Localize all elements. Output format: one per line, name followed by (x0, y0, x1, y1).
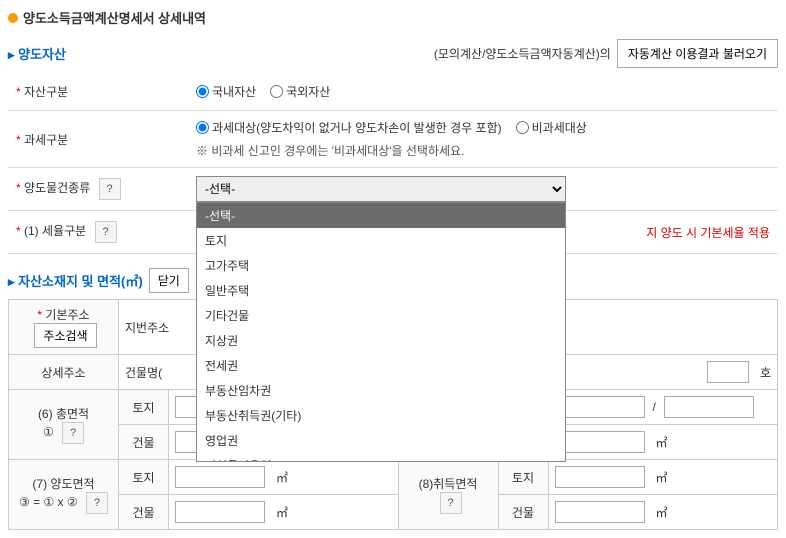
dropdown-option[interactable]: 전세권 (197, 353, 565, 378)
property-type-help-button[interactable]: ? (99, 178, 121, 200)
addr-detail-label: 상세주소 (41, 366, 85, 380)
acquire-area-help-button[interactable]: ? (440, 492, 462, 514)
tax-type-nontaxable[interactable]: 비과세대상 (516, 119, 587, 136)
building-label-4: 건물 (512, 506, 534, 520)
total-area-help-button[interactable]: ? (62, 422, 84, 444)
dropdown-option[interactable]: 일반주택 (197, 278, 565, 303)
asset-type-group: 국내자산 국외자산 (196, 83, 770, 100)
dropdown-option[interactable]: 고가주택 (197, 253, 565, 278)
ho-input[interactable] (707, 361, 749, 383)
ho-suffix: 호 (760, 364, 771, 381)
page-title-text: 양도소득금액계산명세서 상세내역 (23, 8, 206, 27)
area-section-title[interactable]: 자산소재지 및 면적(㎡) (8, 271, 143, 290)
address-search-button[interactable]: 주소검색 (34, 323, 96, 348)
land-label-4: 토지 (512, 471, 534, 485)
m2-6: ㎡ (656, 504, 668, 521)
rate-type-label: (1) 세율구분 (16, 224, 86, 238)
asset-sub-header: 양도자산 (모의계산/양도소득금액자동계산)의 자동계산 이용결과 불러오기 (8, 39, 778, 68)
right-land-den-input[interactable] (664, 396, 754, 418)
m2-2: ㎡ (656, 434, 668, 451)
transfer-land-input[interactable] (175, 466, 265, 488)
m2-4: ㎡ (656, 469, 668, 486)
tax-type-taxable-radio[interactable] (196, 121, 209, 134)
property-type-select-wrap: -선택- -선택- 토지 고가주택 일반주택 기타건물 지상권 전세권 부동산임… (196, 176, 566, 202)
tax-type-taxable-label: 과세대상(양도차익이 없거나 양도차손이 발생한 경우 포함) (212, 119, 502, 136)
area-close-button[interactable]: 닫기 (149, 268, 189, 293)
transfer-building-input[interactable] (175, 501, 265, 523)
m2-3: ㎡ (276, 469, 288, 486)
property-type-dropdown: -선택- 토지 고가주택 일반주택 기타건물 지상권 전세권 부동산임차권 부동… (196, 202, 566, 462)
addr-jibun-label: 지번주소 (125, 319, 169, 336)
asset-type-domestic-radio[interactable] (196, 85, 209, 98)
dropdown-option[interactable]: 지상권 (197, 328, 565, 353)
tax-type-taxable[interactable]: 과세대상(양도차익이 없거나 양도차손이 발생한 경우 포함) (196, 119, 502, 136)
asset-type-foreign-radio[interactable] (270, 85, 283, 98)
dropdown-option[interactable]: -선택- (197, 203, 565, 228)
tax-type-nontaxable-radio[interactable] (516, 121, 529, 134)
asset-type-foreign-label: 국외자산 (286, 83, 330, 100)
land-label-3: 토지 (132, 471, 154, 485)
building-name-label: 건물명( (125, 364, 162, 381)
right-building-input[interactable] (555, 431, 645, 453)
transfer-area-label: (7) 양도면적 ③ = ① x ② (19, 477, 95, 509)
rate-type-help-button[interactable]: ? (95, 221, 117, 243)
asset-section-title[interactable]: 양도자산 (8, 44, 66, 63)
page-title: 양도소득금액계산명세서 상세내역 (8, 8, 778, 27)
asset-type-foreign[interactable]: 국외자산 (270, 83, 330, 100)
land-label-1: 토지 (132, 401, 154, 415)
m2-5: ㎡ (276, 504, 288, 521)
dropdown-option[interactable]: 부동산취득권(기타) (197, 403, 565, 428)
transfer-area-help-button[interactable]: ? (86, 492, 108, 514)
tax-type-nontaxable-label: 비과세대상 (532, 119, 587, 136)
asset-type-label: 자산구분 (16, 85, 68, 99)
tax-type-group: 과세대상(양도차익이 없거나 양도차손이 발생한 경우 포함) 비과세대상 (196, 119, 770, 136)
right-land-num-input[interactable] (555, 396, 645, 418)
dropdown-option[interactable]: 부동산임차권 (197, 378, 565, 403)
dropdown-option[interactable]: 시설물이용권 (197, 453, 565, 462)
asset-form-table: 자산구분 국내자산 국외자산 과세구분 과세대상(양도차익이 없거나 양도차손이… (8, 73, 778, 254)
addr-base-label: 기본주소 (37, 308, 89, 322)
tax-type-note: ※ 비과세 신고인 경우에는 '비과세대상'을 선택하세요. (196, 142, 770, 159)
dropdown-option[interactable]: 토지 (197, 228, 565, 253)
asset-right-area: (모의계산/양도소득금액자동계산)의 자동계산 이용결과 불러오기 (434, 39, 778, 68)
dropdown-option[interactable]: 영업권 (197, 428, 565, 453)
acquire-land-input[interactable] (555, 466, 645, 488)
acquire-building-input[interactable] (555, 501, 645, 523)
asset-type-domestic[interactable]: 국내자산 (196, 83, 256, 100)
asset-type-domestic-label: 국내자산 (212, 83, 256, 100)
acquire-area-label: (8)취득면적 (419, 477, 478, 491)
slash-2: / (653, 400, 656, 414)
property-type-label: 양도물건종류 (16, 181, 90, 195)
tax-type-label: 과세구분 (16, 133, 68, 147)
property-type-select[interactable]: -선택- (196, 176, 566, 202)
building-label-1: 건물 (132, 436, 154, 450)
building-label-3: 건물 (132, 506, 154, 520)
autocalc-load-button[interactable]: 자동계산 이용결과 불러오기 (617, 39, 778, 68)
rate-type-warning: 지 양도 시 기본세율 적용 (646, 226, 770, 240)
asset-right-note: (모의계산/양도소득금액자동계산)의 (434, 45, 611, 62)
dropdown-option[interactable]: 기타건물 (197, 303, 565, 328)
